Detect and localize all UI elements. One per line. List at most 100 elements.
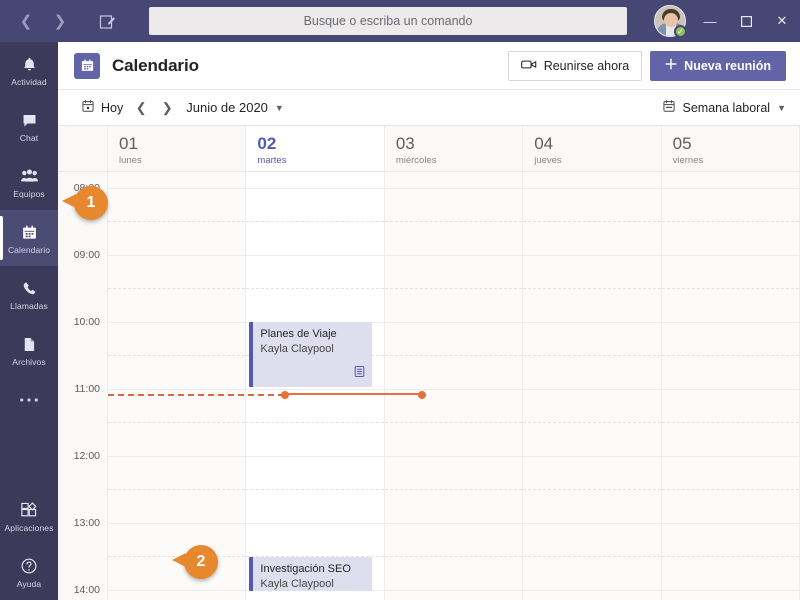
main-content: Calendario Reunirse ahora Nueva reunión: [58, 42, 800, 600]
day-header-02[interactable]: 02 martes: [246, 126, 385, 171]
window-controls: — ✕: [692, 0, 800, 42]
history-navigation: ❮ ❯: [12, 7, 74, 35]
sidebar-item-label: Chat: [19, 133, 39, 143]
sidebar-item-label: Ayuda: [16, 579, 42, 589]
month-selector[interactable]: Junio de 2020 ▼: [186, 100, 284, 115]
sidebar-item-label: Aplicaciones: [4, 523, 54, 533]
month-label: Junio de 2020: [186, 100, 268, 115]
day-number: 03: [395, 133, 415, 153]
calendar-week-icon: [662, 99, 676, 116]
sidebar-item-actividad[interactable]: Actividad: [0, 42, 58, 98]
time-label: 10:00: [73, 316, 100, 328]
sidebar-item-label: Equipos: [13, 189, 45, 199]
event-title: Investigación SEO: [260, 563, 351, 575]
day-column-05[interactable]: [661, 172, 800, 600]
page-title: Calendario: [112, 55, 199, 75]
day-number: 05: [672, 133, 692, 153]
time-label: 12:00: [73, 450, 100, 462]
plus-icon: [665, 58, 677, 73]
avatar[interactable]: ✓: [654, 5, 687, 38]
sidebar-item-chat[interactable]: Chat: [0, 98, 58, 154]
day-name: viernes: [672, 155, 704, 167]
day-name: martes: [257, 155, 287, 167]
presence-available-icon: ✓: [674, 25, 687, 38]
minimize-button[interactable]: —: [692, 0, 728, 42]
sidebar-item-ayuda[interactable]: Ayuda: [0, 544, 58, 600]
sidebar-item-archivos[interactable]: Archivos: [0, 322, 58, 378]
sidebar-item-label: Archivos: [12, 357, 46, 367]
ellipsis-icon: [19, 389, 39, 411]
files-icon: [21, 333, 37, 355]
callout-badge-2: 2: [172, 545, 218, 579]
teams-meeting-icon: [353, 365, 366, 383]
day-headers: 01 lunes 02 martes 03 miércoles 04 jueve…: [58, 126, 800, 172]
calendar-icon: [21, 221, 38, 243]
forward-icon[interactable]: ❯: [46, 7, 74, 35]
time-label: 11:00: [74, 383, 101, 395]
time-label: 14:00: [73, 584, 100, 596]
sidebar-item-llamadas[interactable]: Llamadas: [0, 266, 58, 322]
teams-icon: [20, 165, 39, 187]
chat-icon: [21, 109, 38, 131]
bell-icon: [21, 53, 38, 75]
new-meeting-label: Nueva reunión: [684, 58, 771, 73]
calendar-day-icon: [81, 99, 95, 116]
camera-icon: [520, 59, 537, 73]
maximize-button[interactable]: [728, 0, 764, 42]
close-button[interactable]: ✕: [764, 0, 800, 42]
search-input[interactable]: Busque o escriba un comando: [149, 7, 627, 35]
day-name: jueves: [534, 155, 562, 167]
calendar-icon: [74, 52, 100, 79]
event-organizer: Kayla Claypool: [260, 342, 334, 355]
chevron-down-icon: ▼: [274, 102, 284, 113]
meet-now-label: Reunirse ahora: [543, 58, 630, 73]
day-number: 04: [534, 133, 554, 153]
next-week-button[interactable]: ❯: [154, 96, 180, 120]
new-meeting-button[interactable]: Nueva reunión: [650, 50, 786, 81]
time-gutter-header: [58, 126, 108, 171]
day-column-03[interactable]: [384, 172, 524, 600]
view-label: Semana laboral: [682, 100, 771, 115]
day-header-03[interactable]: 03 miércoles: [385, 126, 524, 171]
help-icon: [20, 555, 38, 577]
header-actions: Reunirse ahora Nueva reunión: [507, 50, 786, 81]
day-column-02[interactable]: Planes de Viaje Kayla Claypool Investiga…: [246, 172, 385, 600]
view-selector[interactable]: Semana laboral ▼: [662, 99, 786, 116]
search-container: Busque o escriba un comando: [122, 7, 654, 35]
sidebar-item-calendario[interactable]: Calendario: [0, 210, 58, 266]
day-column-01[interactable]: [108, 172, 247, 600]
prev-week-button[interactable]: ❮: [128, 96, 154, 120]
back-icon[interactable]: ❮: [12, 7, 40, 35]
time-gutter: 08:00 09:00 10:00 11:00 12:00 13:00 14:0…: [58, 172, 108, 600]
chevron-down-icon: ▼: [777, 102, 786, 113]
sidebar-item-equipos[interactable]: Equipos: [0, 154, 58, 210]
app-sidebar: Actividad Chat Equipos Calendario Llamad…: [0, 42, 58, 600]
day-header-05[interactable]: 05 viernes: [662, 126, 800, 171]
today-button[interactable]: Hoy: [76, 96, 128, 119]
phone-icon: [21, 277, 38, 299]
day-name: miércoles: [395, 155, 437, 167]
compose-icon[interactable]: [92, 6, 122, 36]
meet-now-button[interactable]: Reunirse ahora: [507, 50, 643, 81]
event-planes-de-viaje[interactable]: Planes de Viaje Kayla Claypool: [249, 322, 372, 387]
time-label: 09:00: [73, 249, 100, 261]
day-header-04[interactable]: 04 jueves: [523, 126, 662, 171]
sidebar-item-label: Llamadas: [10, 301, 48, 311]
sidebar-item-more[interactable]: [0, 378, 58, 422]
day-number: 02: [257, 133, 277, 153]
calendar-grid[interactable]: 08:00 09:00 10:00 11:00 12:00 13:00 14:0…: [58, 172, 800, 600]
calendar-toolbar: Hoy ❮ ❯ Junio de 2020 ▼ Semana laboral ▼: [58, 90, 800, 126]
day-column-04[interactable]: [523, 172, 662, 600]
event-organizer: Kayla Claypool: [260, 577, 334, 590]
title-bar: ❮ ❯ Busque o escriba un comando ✓ — ✕: [0, 0, 800, 42]
sidebar-item-aplicaciones[interactable]: Aplicaciones: [0, 488, 58, 544]
day-number: 01: [119, 133, 138, 153]
sidebar-item-label: Actividad: [11, 77, 47, 87]
callout-badge-1: 1: [62, 186, 108, 220]
time-label: 13:00: [73, 517, 100, 529]
event-investigacion-seo[interactable]: Investigación SEO Kayla Claypool: [249, 557, 372, 591]
event-title: Planes de Viaje: [260, 328, 337, 340]
day-header-01[interactable]: 01 lunes: [108, 126, 247, 171]
today-label: Hoy: [101, 100, 124, 115]
apps-icon: [20, 499, 38, 521]
